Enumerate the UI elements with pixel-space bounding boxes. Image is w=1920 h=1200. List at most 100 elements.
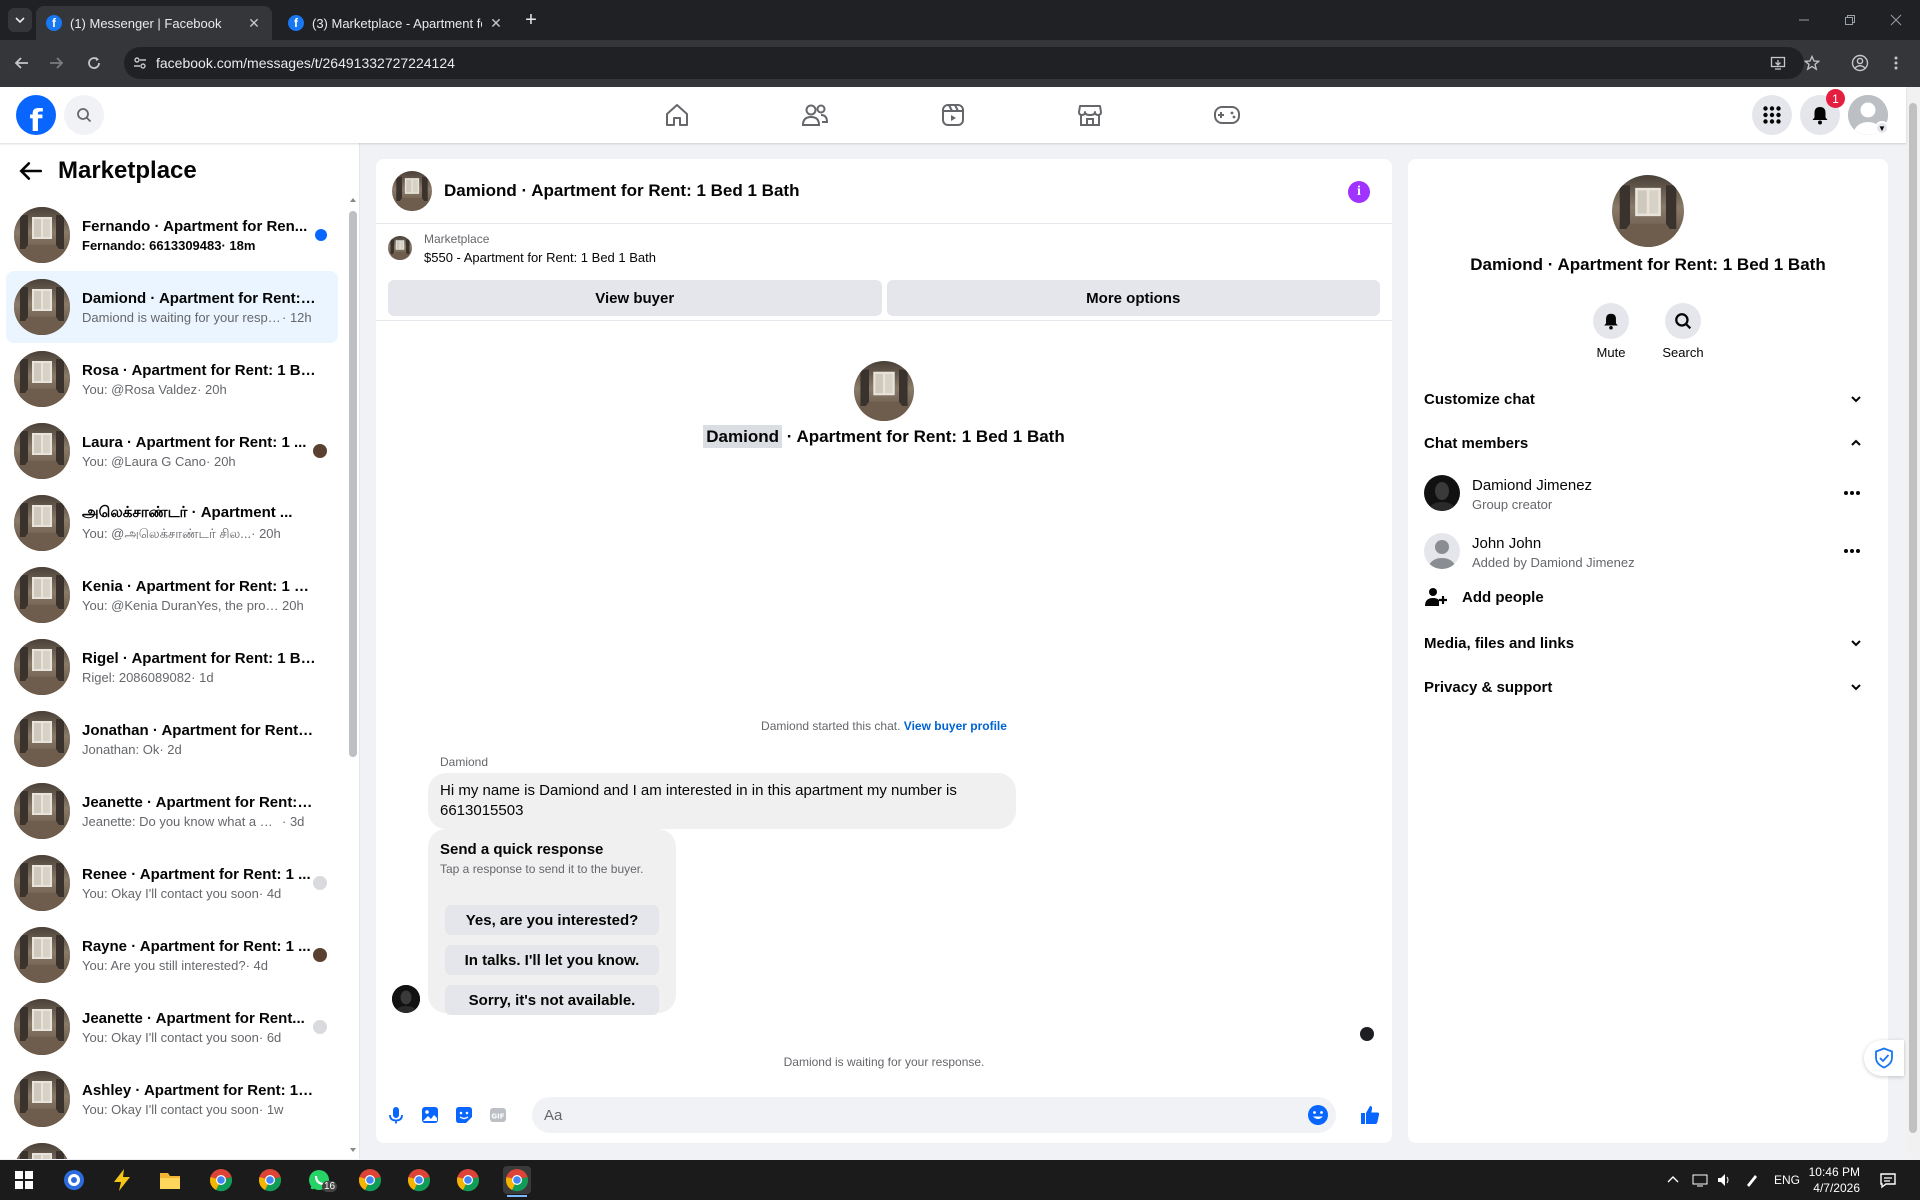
info-avatar[interactable] [1612, 175, 1684, 247]
menu-grid-button[interactable] [1752, 95, 1792, 135]
gaming-nav-icon[interactable] [1209, 97, 1245, 133]
conversation-item[interactable]: Pancho · Apartment for Rent: ... [6, 1135, 338, 1159]
chevron-down-icon[interactable]: ▼ [1875, 121, 1889, 135]
minimize-icon[interactable] [1792, 8, 1816, 32]
search-in-chat-button[interactable]: Search [1648, 303, 1718, 360]
page-scrollbar-thumb[interactable] [1909, 103, 1917, 1133]
shield-icon[interactable] [1864, 1040, 1904, 1076]
language-indicator[interactable]: ENG [1774, 1173, 1800, 1187]
add-people-button[interactable]: Add people [1424, 577, 1544, 617]
conversation-item[interactable]: Rosa · Apartment for Rent: 1 Bed... You: … [6, 343, 338, 415]
taskbar-clock[interactable]: 10:46 PM 4/7/2026 [1800, 1164, 1860, 1196]
more-options-icon[interactable] [1840, 483, 1864, 503]
microphone-icon[interactable] [384, 1103, 408, 1127]
browser-tab-messenger[interactable]: f (1) Messenger | Facebook ✕ [36, 6, 272, 40]
lightning-app-icon[interactable] [108, 1166, 136, 1194]
install-app-icon[interactable] [1766, 51, 1790, 75]
conversation-item[interactable]: Rayne · Apartment for Rent: 1 ... You: Ar… [6, 919, 338, 991]
browser-menu-icon[interactable] [1884, 51, 1908, 75]
conversation-item[interactable]: Jeanette · Apartment for Rent: 1 ... Jean… [6, 775, 338, 847]
incoming-message[interactable]: Hi my name is Damiond and I am intereste… [428, 773, 1016, 829]
pen-icon[interactable] [1744, 1172, 1760, 1188]
chevron-up-icon[interactable] [1666, 1173, 1680, 1187]
member-row[interactable]: John John Added by Damiond Jimenez [1424, 523, 1872, 579]
quick-response-yes-button[interactable]: Yes, are you interested? [445, 905, 659, 935]
photo-icon[interactable] [418, 1103, 442, 1127]
message-input[interactable] [532, 1097, 1336, 1133]
sidebar-scrollbar[interactable] [348, 143, 358, 1159]
new-tab-button[interactable]: + [520, 9, 542, 31]
marketplace-listing-bar[interactable]: Marketplace $550 - Apartment for Rent: 1… [376, 224, 1392, 280]
video-nav-icon[interactable] [935, 97, 971, 133]
chrome-profile-icon[interactable] [356, 1166, 384, 1194]
marketplace-nav-icon[interactable] [1072, 97, 1108, 133]
info-icon[interactable]: i [1348, 181, 1370, 203]
conversation-item[interactable]: Kenia · Apartment for Rent: 1 Be... You: … [6, 559, 338, 631]
thumbs-up-icon[interactable] [1358, 1103, 1382, 1127]
sidebar-scrollbar-thumb[interactable] [349, 211, 357, 757]
scroll-down-icon[interactable] [348, 1145, 358, 1155]
facebook-search-button[interactable] [64, 95, 104, 135]
whatsapp-icon[interactable]: 16 [305, 1166, 338, 1194]
close-icon[interactable]: ✕ [246, 15, 262, 31]
media-files-links-section[interactable]: Media, files and links [1424, 621, 1872, 665]
sender-avatar[interactable] [392, 985, 420, 1013]
member-avatar [1424, 475, 1460, 511]
address-bar[interactable]: facebook.com/messages/t/2649133272722412… [124, 47, 1804, 79]
windows-start-icon[interactable] [10, 1166, 38, 1194]
back-arrow-icon[interactable] [18, 158, 44, 184]
conversation-item[interactable]: Ashley · Apartment for Rent: 1 B... You: … [6, 1063, 338, 1135]
back-arrow-icon[interactable] [10, 51, 34, 75]
close-window-icon[interactable] [1884, 8, 1908, 32]
conversation-item[interactable]: அலெக்சாண்டர் · Apartment ... You: @அலெக்ச… [6, 487, 338, 559]
more-options-icon[interactable] [1840, 541, 1864, 561]
restore-icon[interactable] [1838, 8, 1862, 32]
mute-button[interactable]: Mute [1576, 303, 1646, 360]
friends-nav-icon[interactable] [797, 97, 833, 133]
reload-icon[interactable] [82, 51, 106, 75]
chrome-profile-icon[interactable] [256, 1166, 284, 1194]
view-buyer-profile-link[interactable]: View buyer profile [904, 719, 1007, 733]
conversation-name: Kenia · Apartment for Rent: 1 Be... [82, 577, 316, 595]
browser-profile-icon[interactable] [1848, 51, 1872, 75]
sticker-icon[interactable] [452, 1103, 476, 1127]
chat-title[interactable]: Damiond · Apartment for Rent: 1 Bed 1 Ba… [444, 181, 799, 201]
chrome-active-icon[interactable] [503, 1166, 531, 1197]
chrome-profile-icon[interactable] [454, 1166, 482, 1194]
forward-arrow-icon[interactable] [44, 51, 68, 75]
more-options-button[interactable]: More options [886, 280, 1380, 316]
conversation-item[interactable]: Damiond · Apartment for Rent: 1... Damion… [6, 271, 338, 343]
emoji-icon[interactable] [1306, 1103, 1330, 1127]
conversation-item[interactable]: Renee · Apartment for Rent: 1 ... You: Ok… [6, 847, 338, 919]
quick-response-not-available-button[interactable]: Sorry, it's not available. [445, 985, 659, 1015]
gif-icon[interactable]: GIF [486, 1103, 510, 1127]
chrome-profile-icon[interactable] [207, 1166, 235, 1194]
scroll-up-icon[interactable] [348, 195, 358, 205]
site-settings-icon[interactable] [124, 47, 156, 79]
home-nav-icon[interactable] [659, 97, 695, 133]
security-app-icon[interactable] [60, 1166, 88, 1194]
chat-members-section[interactable]: Chat members [1424, 421, 1872, 465]
conversation-item[interactable]: Laura · Apartment for Rent: 1 ... You: @L… [6, 415, 338, 487]
bookmark-star-icon[interactable] [1800, 51, 1824, 75]
customize-chat-section[interactable]: Customize chat [1424, 377, 1872, 421]
facebook-logo[interactable]: f [16, 95, 56, 135]
quick-response-in-talks-button[interactable]: In talks. I'll let you know. [445, 945, 659, 975]
conversation-item[interactable]: Jonathan · Apartment for Rent: 1... Jonat… [6, 703, 338, 775]
conversation-item[interactable]: Jeanette · Apartment for Rent... You: Oka… [6, 991, 338, 1063]
volume-icon[interactable] [1716, 1172, 1732, 1188]
network-icon[interactable] [1692, 1172, 1708, 1188]
browser-tab-marketplace[interactable]: f (3) Marketplace - Apartment fo ✕ [278, 6, 514, 40]
tab-search-button[interactable] [8, 8, 32, 32]
privacy-support-section[interactable]: Privacy & support [1424, 665, 1872, 709]
close-icon[interactable]: ✕ [488, 15, 504, 31]
notification-center-icon[interactable] [1874, 1166, 1902, 1194]
view-buyer-button[interactable]: View buyer [388, 280, 882, 316]
files-app-icon[interactable] [156, 1166, 184, 1194]
conversation-item[interactable]: Fernando · Apartment for Ren... Fernando:… [6, 199, 338, 271]
conversation-item[interactable]: Rigel · Apartment for Rent: 1 Be... Rigel… [6, 631, 338, 703]
member-row[interactable]: Damiond Jimenez Group creator [1424, 465, 1872, 521]
page-scrollbar[interactable] [1906, 87, 1920, 1159]
chrome-profile-icon[interactable] [405, 1166, 433, 1194]
chat-avatar[interactable] [392, 171, 432, 211]
